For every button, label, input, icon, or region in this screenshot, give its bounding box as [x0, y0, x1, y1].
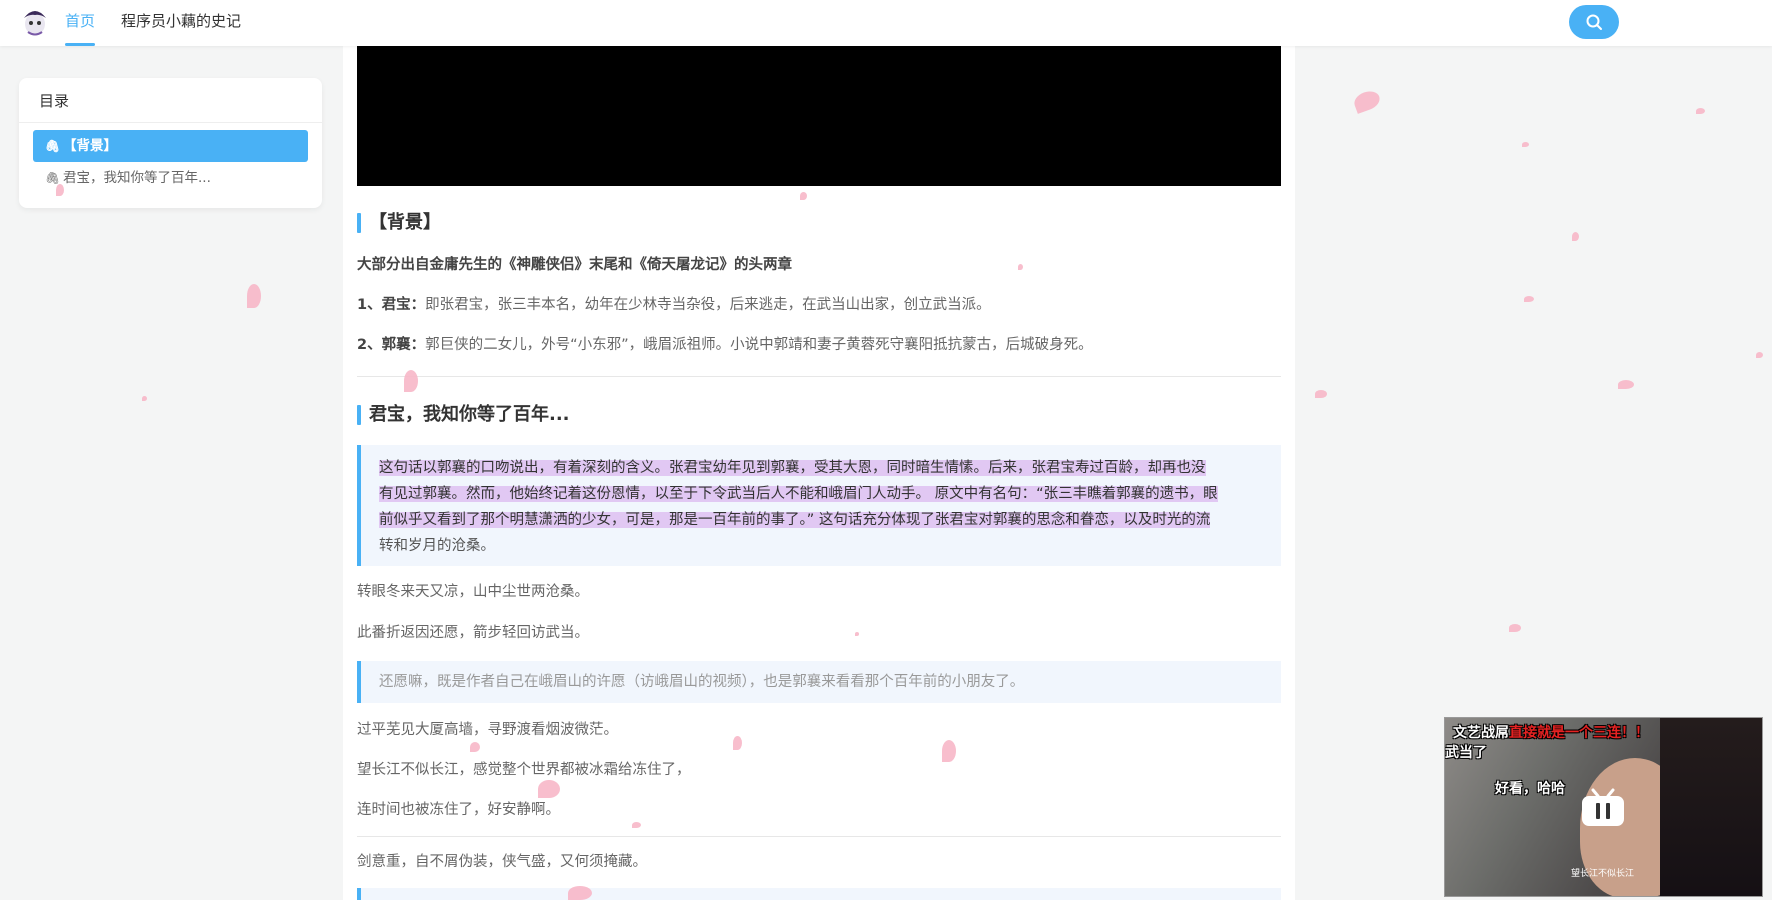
petal-decoration — [56, 184, 64, 196]
petal-decoration — [470, 742, 480, 752]
quote-line: 这句话以郭襄的口吻说出，有着深刻的含义。张君宝幼年见到郭襄，受其大恩，同时暗生情… — [379, 460, 1206, 476]
quote-line: 前似乎又看到了那个明慧潇洒的少女，可是，那是一百年前的事了。” 这句话充分体现了… — [379, 512, 1211, 528]
toc-divider — [19, 122, 322, 123]
quote-line: 转和岁月的沧桑。 — [379, 538, 495, 554]
toc-item-background[interactable]: 🖇 【背景】 — [33, 130, 308, 162]
petal-decoration — [538, 780, 560, 798]
petal-decoration — [247, 284, 261, 308]
divider — [357, 836, 1281, 837]
petal-decoration — [1524, 296, 1534, 302]
intro-text: 大部分出自金庸先生的《神雕侠侣》末尾和《倚天屠龙记》的头两章 — [357, 257, 792, 273]
danmaku-comment: 文艺战屌直接就是一个三连！！ — [1453, 725, 1649, 741]
video-subject-hair — [1660, 718, 1762, 896]
petal-decoration — [1315, 390, 1327, 398]
top-navbar: 首页 程序员小藕的史记 — [0, 0, 1772, 46]
item-guoxiang: 2、郭襄：郭巨侠的二女儿，外号“小东邪”，峨眉派祖师。小说中郭靖和妻子黄蓉死守襄… — [357, 334, 1281, 356]
divider — [357, 376, 1281, 377]
danmaku-comment: 好看，哈哈 — [1495, 781, 1565, 797]
petal-decoration — [1618, 380, 1634, 389]
poem-line: 此番折返因还愿，箭步轻回访武当。 — [357, 625, 589, 641]
item-text: 即张君宝，张三丰本名，幼年在少林寺当杂役，后来逃走，在武当山出家，创立武当派。 — [425, 297, 991, 313]
petal-decoration — [568, 886, 592, 900]
nav-site-title[interactable]: 程序员小藕的史记 — [121, 0, 241, 46]
section-heading-junbao: 君宝，我知你等了百年... — [357, 404, 570, 426]
petal-decoration — [1572, 232, 1579, 241]
petal-decoration — [942, 740, 956, 762]
poem-line: 剑意重，自不屑伪装，侠气盛，又何须掩藏。 — [357, 854, 647, 870]
blockquote-explanation: 这句话以郭襄的口吻说出，有着深刻的含义。张君宝幼年见到郭襄，受其大恩，同时暗生情… — [357, 445, 1281, 566]
poem-line: 望长江不似长江，感觉整个世界都被冰霜给冻住了， — [357, 762, 691, 778]
paperclip-icon: 🖇 — [45, 139, 61, 153]
danmaku-comment: 武当了 — [1445, 745, 1487, 761]
toc-card: 目录 🖇 【背景】 🖇 君宝，我知你等了百年... — [19, 78, 322, 208]
item-label: 1、君宝： — [357, 297, 426, 313]
petal-decoration — [142, 396, 147, 401]
item-text: 郭巨侠的二女儿，外号“小东邪”，峨眉派祖师。小说中郭靖和妻子黄蓉死守襄阳抵抗蒙古… — [425, 337, 1093, 353]
blockquote-next — [357, 888, 1281, 900]
article-card: 【背景】 大部分出自金庸先生的《神雕侠侣》末尾和《倚天屠龙记》的头两章 1、君宝… — [343, 0, 1295, 900]
petal-decoration — [1351, 88, 1383, 114]
poem-line: 连时间也被冻住了，好安静啊。 — [357, 802, 560, 818]
site-logo[interactable] — [20, 6, 50, 38]
petal-decoration — [1696, 108, 1705, 114]
item-label: 2、郭襄： — [357, 337, 426, 353]
petal-decoration — [800, 192, 807, 200]
video-caption: 望长江不似长江 — [1571, 869, 1635, 879]
item-junbao: 1、君宝：即张君宝，张三丰本名，幼年在少林寺当杂役，后来逃走，在武当山出家，创立… — [357, 294, 1281, 316]
toc-item-label: 【背景】 — [63, 138, 117, 154]
poem-line: 转眼冬来天又凉，山中尘世两沧桑。 — [357, 584, 589, 600]
floating-video-player[interactable]: 文艺战屌直接就是一个三连！！ 武当了 好看，哈哈 望长江不似长江 — [1444, 717, 1763, 897]
section-heading-background: 【背景】 — [357, 212, 441, 234]
petal-decoration — [1509, 624, 1521, 632]
toc-item-junbao[interactable]: 🖇 君宝，我知你等了百年... — [33, 162, 308, 194]
petal-decoration — [1522, 142, 1529, 147]
petal-decoration — [733, 736, 742, 750]
poem-line: 过平芜见大厦高墙，寻野渡看烟波微茫。 — [357, 722, 618, 738]
petal-decoration — [1756, 352, 1763, 358]
search-icon — [1586, 14, 1602, 30]
quote-line: 有见过郭襄。然而，他始终记着这份恩情，以至于下令武当后人不能和峨眉门人动手。 原… — [379, 486, 1218, 502]
toc-title: 目录 — [39, 92, 70, 110]
petal-decoration — [855, 632, 859, 636]
petal-decoration — [1018, 264, 1023, 270]
petal-decoration — [632, 822, 641, 828]
pause-icon[interactable] — [1579, 788, 1627, 828]
petal-decoration — [404, 370, 418, 392]
search-button[interactable] — [1569, 5, 1619, 39]
nav-home[interactable]: 首页 — [65, 0, 96, 46]
toc-item-label: 君宝，我知你等了百年... — [63, 170, 211, 186]
blockquote-note: 还愿嘛，既是作者自己在峨眉山的许愿（访峨眉山的视频），也是郭襄来看看那个百年前的… — [357, 661, 1281, 703]
